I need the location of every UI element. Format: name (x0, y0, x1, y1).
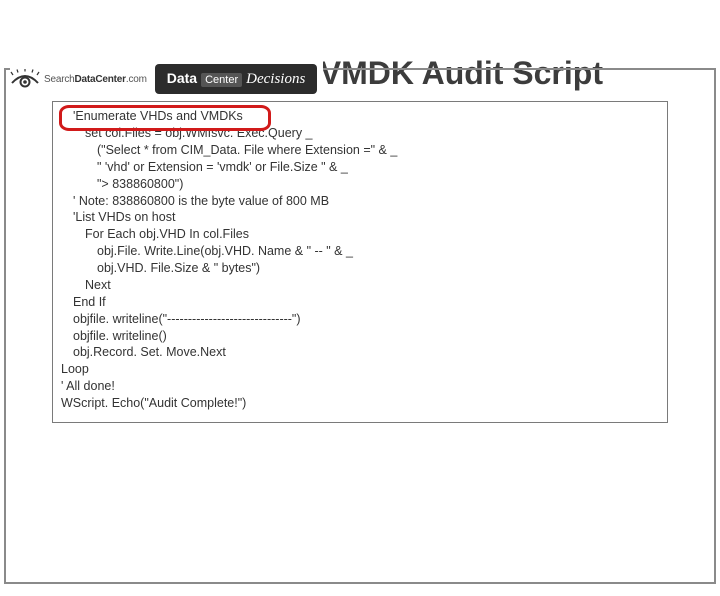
code-line: obj.VHD. File.Size & " bytes") (61, 260, 659, 277)
code-box: 'Enumerate VHDs and VMDKs set col.Files … (52, 101, 668, 423)
badge-word-3: Decisions (246, 71, 305, 88)
brand-text: SearchDataCenter.com (44, 74, 147, 85)
code-line: objfile. writeline() (61, 328, 659, 345)
badge-word-1: Data (167, 70, 197, 86)
code-line: Next (61, 277, 659, 294)
code-line: objfile. writeline("--------------------… (61, 311, 659, 328)
brand-thin: Search (44, 74, 75, 85)
code-line: set col.Files = obj.WMIsvc. Exec.Query _ (61, 125, 659, 142)
code-line: "> 838860800") (61, 176, 659, 193)
brand-suffix: .com (126, 74, 147, 85)
code-line: obj.Record. Set. Move.Next (61, 344, 659, 361)
badge-word-2: Center (201, 73, 242, 87)
code-line: ' All done! (61, 378, 659, 395)
code-line: " 'vhd' or Extension = 'vmdk' or File.Si… (61, 159, 659, 176)
code-line: Loop (61, 361, 659, 378)
code-line: WScript. Echo("Audit Complete!") (61, 395, 659, 412)
code-line: ' Note: 838860800 is the byte value of 8… (61, 193, 659, 210)
code-line: ("Select * from CIM_Data. File where Ext… (61, 142, 659, 159)
code-line: 'List VHDs on host (61, 209, 659, 226)
eye-logo-icon (10, 69, 40, 89)
code-line: obj.File. Write.Line(obj.VHD. Name & " -… (61, 243, 659, 260)
code-line: 'Enumerate VHDs and VMDKs (61, 108, 659, 125)
header-bar: SearchDataCenter.com Data Center Decisio… (10, 58, 323, 100)
code-line: End If (61, 294, 659, 311)
code-line: For Each obj.VHD In col.Files (61, 226, 659, 243)
brand-bold: DataCenter (75, 74, 126, 85)
decisions-badge: Data Center Decisions (155, 64, 318, 94)
